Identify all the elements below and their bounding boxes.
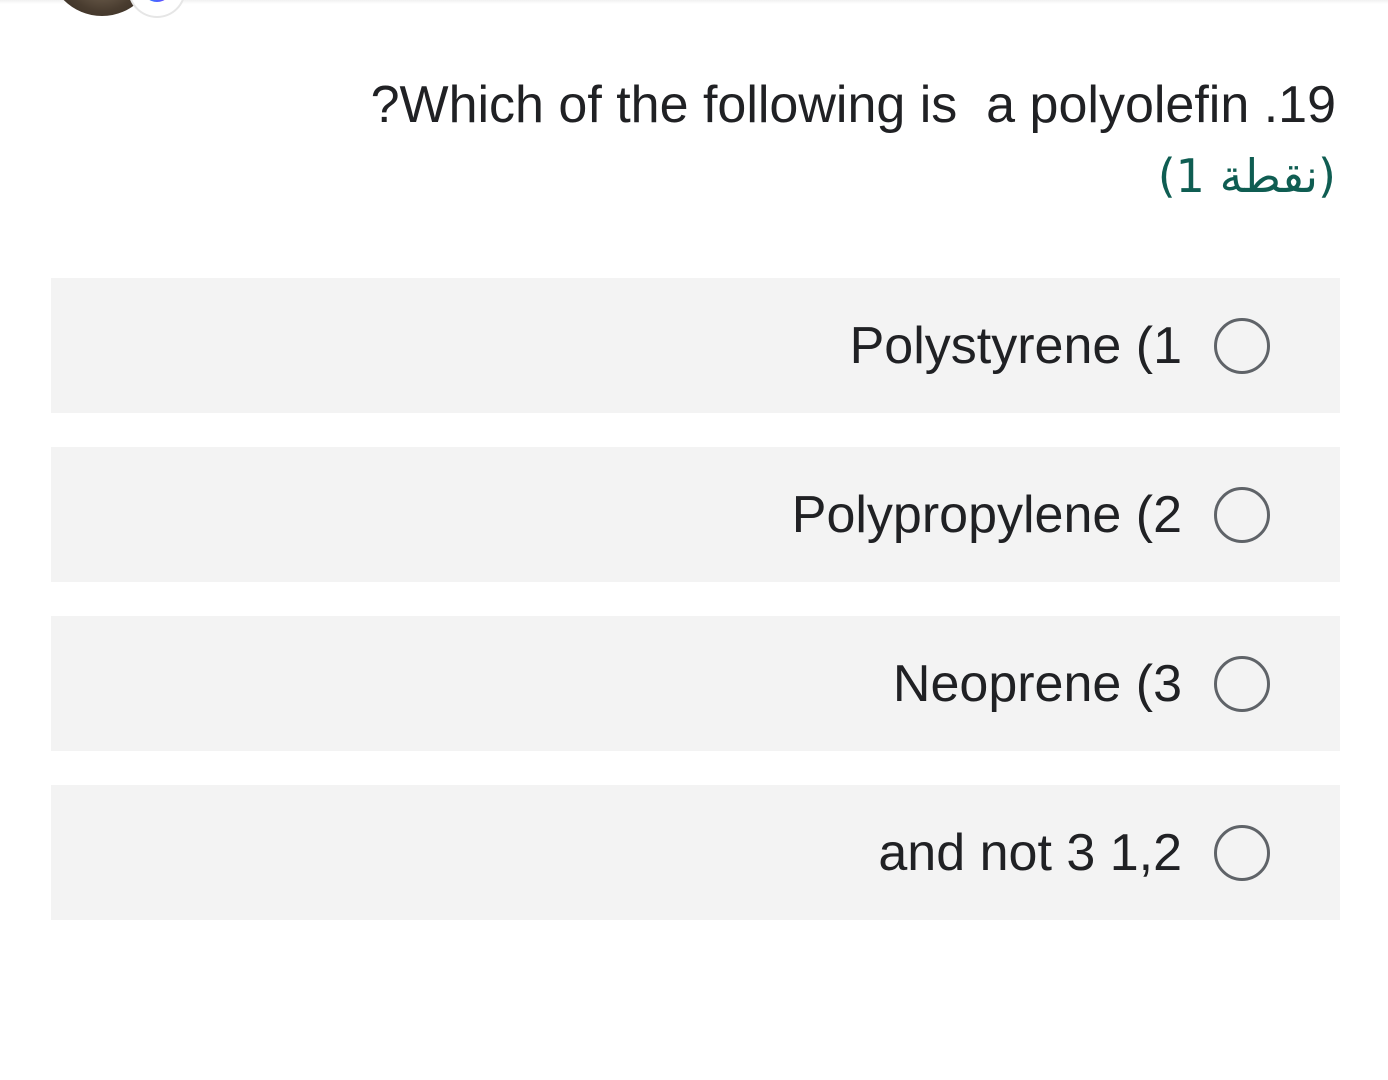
answer-options: Polystyrene (1 Polypropylene (2 Neoprene… [51,278,1340,954]
messenger-badge-icon[interactable] [128,0,186,18]
option-label: Neoprene (3 [892,654,1182,713]
question-title: ?Which of the following is a polyolefin … [370,76,1336,134]
option-label: Polystyrene (1 [849,316,1182,375]
option-3[interactable]: Neoprene (3 [51,616,1340,751]
radio-button[interactable] [1214,824,1270,881]
radio-button[interactable] [1214,655,1270,712]
top-bar-edge [0,0,1388,4]
radio-button[interactable] [1214,486,1270,543]
option-label: and not 3 1,2 [878,823,1182,882]
option-1[interactable]: Polystyrene (1 [51,278,1340,413]
option-4[interactable]: and not 3 1,2 [51,785,1340,920]
option-2[interactable]: Polypropylene (2 [51,447,1340,582]
radio-button[interactable] [1214,317,1270,374]
messenger-logo-icon [142,0,172,2]
question-block: ?Which of the following is a polyolefin … [48,68,1336,208]
option-label: Polypropylene (2 [791,485,1182,544]
question-points: (1 نقطة) [1157,149,1336,203]
